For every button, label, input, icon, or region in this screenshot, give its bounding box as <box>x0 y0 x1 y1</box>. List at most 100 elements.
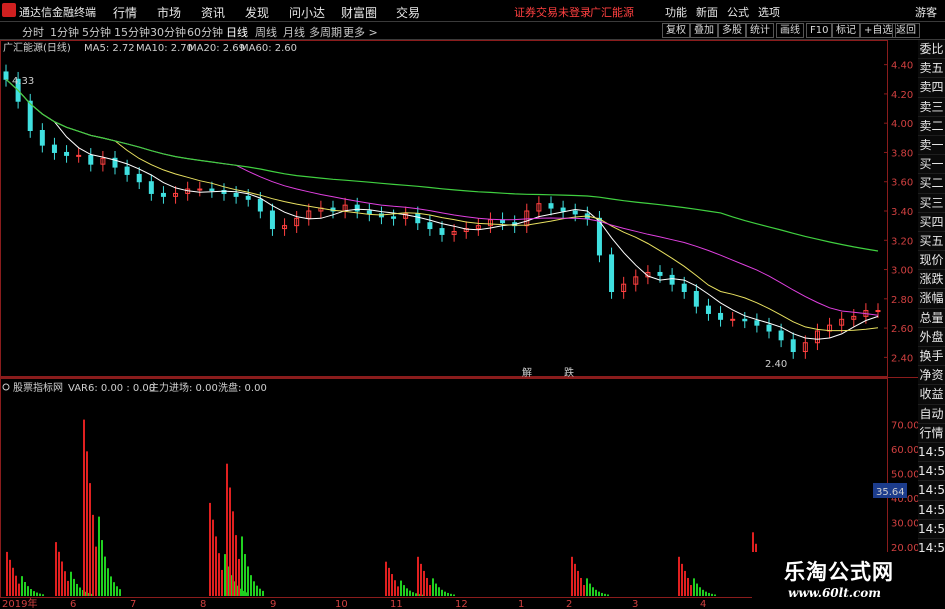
multi-stock-button[interactable]: 多股 <box>718 23 746 38</box>
menu-jiaoyi[interactable]: 交易 <box>396 4 420 21</box>
sidebar-item[interactable]: 换手 <box>918 347 945 367</box>
menu-hangqing[interactable]: 行情 <box>113 4 137 21</box>
period-30min[interactable]: 30分钟 <box>150 24 186 40</box>
wash-bar <box>444 591 446 596</box>
main-force-bar <box>6 551 8 596</box>
wash-bar <box>36 592 38 596</box>
sidebar-item[interactable]: 14:50 <box>918 481 945 501</box>
main-force-bar <box>420 563 422 596</box>
main-force-bar <box>684 570 686 596</box>
wash-bar <box>447 592 449 596</box>
sidebar-item[interactable]: 买四 <box>918 212 945 232</box>
main-force-bar <box>95 546 97 596</box>
candle-body <box>560 207 566 212</box>
candle-body <box>875 310 881 313</box>
menu-caifuquan[interactable]: 财富圈 <box>341 4 377 21</box>
main-force-bar <box>83 419 85 596</box>
main-force-bar <box>388 567 390 596</box>
sidebar-item[interactable]: 14:50 <box>918 462 945 482</box>
sidebar-item[interactable]: 卖二 <box>918 116 945 136</box>
menu-zixun[interactable]: 资讯 <box>201 4 225 21</box>
restore-rights-button[interactable]: 复权 <box>662 23 690 38</box>
sidebar-item[interactable]: 14:50 <box>918 442 945 463</box>
function-button[interactable]: 功能 <box>665 4 687 20</box>
stock-title: 广汇能源(日线) <box>3 41 71 54</box>
wash-bar <box>24 582 26 596</box>
price-tick-label: 3.60 <box>891 178 913 189</box>
back-button[interactable]: 返回 <box>892 23 920 38</box>
main-force-bar <box>238 558 240 596</box>
period-60min[interactable]: 60分钟 <box>187 24 223 40</box>
sidebar-item[interactable]: 现价 <box>918 251 945 271</box>
period-weekly[interactable]: 周线 <box>255 24 277 40</box>
wash-bar <box>98 516 100 596</box>
sidebar-item[interactable]: 买二 <box>918 174 945 194</box>
main-force-label: 主力进场: 0.00 <box>149 381 218 394</box>
f10-button[interactable]: F10 <box>806 23 833 38</box>
wash-bar <box>441 589 443 596</box>
menu-faxian[interactable]: 发现 <box>245 4 269 21</box>
period-multi[interactable]: 多周期 <box>309 24 342 40</box>
wash-bar <box>256 585 258 596</box>
wash-bar <box>586 578 588 596</box>
statistics-button[interactable]: 统计 <box>746 23 774 38</box>
sidebar-item[interactable]: 买一 <box>918 155 945 175</box>
sidebar-item[interactable]: 净资 <box>918 366 945 386</box>
sidebar-item[interactable]: 卖五 <box>918 59 945 79</box>
add-watchlist-button[interactable]: +自选 <box>860 23 897 38</box>
watermark-title: 乐淘公式网 <box>784 560 894 584</box>
indicator-tick-label: 60.00 <box>891 445 918 456</box>
main-force-bar <box>678 556 680 596</box>
date-tick-label: 12 <box>455 599 468 609</box>
overlay-button[interactable]: 叠加 <box>690 23 718 38</box>
new-layout-button[interactable]: 新面 <box>696 4 718 20</box>
formula-button[interactable]: 公式 <box>727 4 749 20</box>
period-daily[interactable]: 日线 <box>226 24 248 40</box>
main-force-bar <box>426 577 428 596</box>
high-price-label: 4.33 <box>12 76 34 87</box>
period-5min[interactable]: 5分钟 <box>82 24 111 40</box>
wash-bar <box>250 575 252 596</box>
sidebar-item[interactable]: 总量 <box>918 308 945 328</box>
sidebar-item[interactable]: 卖三 <box>918 97 945 117</box>
period-more[interactable]: 更多 > <box>343 24 378 40</box>
menu-shichang[interactable]: 市场 <box>157 4 181 21</box>
candle-body <box>245 195 251 200</box>
chart-area[interactable]: 广汇能源(日线) MA5: 2.72 MA10: 2.70 MA20: 2.69… <box>0 40 918 609</box>
sidebar-item[interactable]: 14:50 <box>918 500 945 520</box>
sidebar-item[interactable]: 14:50 <box>918 519 945 539</box>
sidebar-item[interactable]: 卖四 <box>918 78 945 98</box>
sidebar-item[interactable]: 委比 <box>918 40 945 60</box>
price-tick-label: 4.00 <box>891 119 913 130</box>
options-button[interactable]: 选项 <box>758 4 780 20</box>
price-tick-label: 4.40 <box>891 61 913 72</box>
sidebar-item[interactable]: 卖一 <box>918 135 945 156</box>
sidebar-item[interactable]: 涨幅 <box>918 289 945 309</box>
period-monthly[interactable]: 月线 <box>283 24 305 40</box>
candle-body <box>681 283 687 293</box>
sidebar-item[interactable]: 买五 <box>918 231 945 252</box>
candle-body <box>754 320 760 326</box>
mark-button[interactable]: 标记 <box>832 23 860 38</box>
candle-body <box>391 216 397 219</box>
sidebar-item[interactable]: 行情 <box>918 423 945 443</box>
sidebar-item[interactable]: 外盘 <box>918 327 945 347</box>
guest-button[interactable]: 游客 <box>915 4 937 20</box>
sidebar-item[interactable]: 涨跌 <box>918 270 945 290</box>
draw-line-button[interactable]: 画线 <box>776 23 804 38</box>
sidebar-item[interactable]: 买三 <box>918 193 945 213</box>
wash-bar <box>79 587 81 596</box>
menu-wenxiaoda[interactable]: 问小达 <box>289 4 325 21</box>
sidebar-item[interactable]: 自动 <box>918 404 945 424</box>
candle-body <box>730 318 736 321</box>
candle-body <box>197 188 203 191</box>
period-15min[interactable]: 15分钟 <box>114 24 150 40</box>
wash-bar <box>595 589 597 596</box>
login-status[interactable]: 证券交易未登录 <box>514 4 591 20</box>
date-tick-label: 4 <box>700 599 706 609</box>
candle-body <box>718 312 724 320</box>
period-1min[interactable]: 1分钟 <box>50 24 79 40</box>
sidebar-item[interactable]: 收益 <box>918 385 945 405</box>
candle-body <box>778 330 784 341</box>
period-fenshi[interactable]: 分时 <box>22 24 44 40</box>
